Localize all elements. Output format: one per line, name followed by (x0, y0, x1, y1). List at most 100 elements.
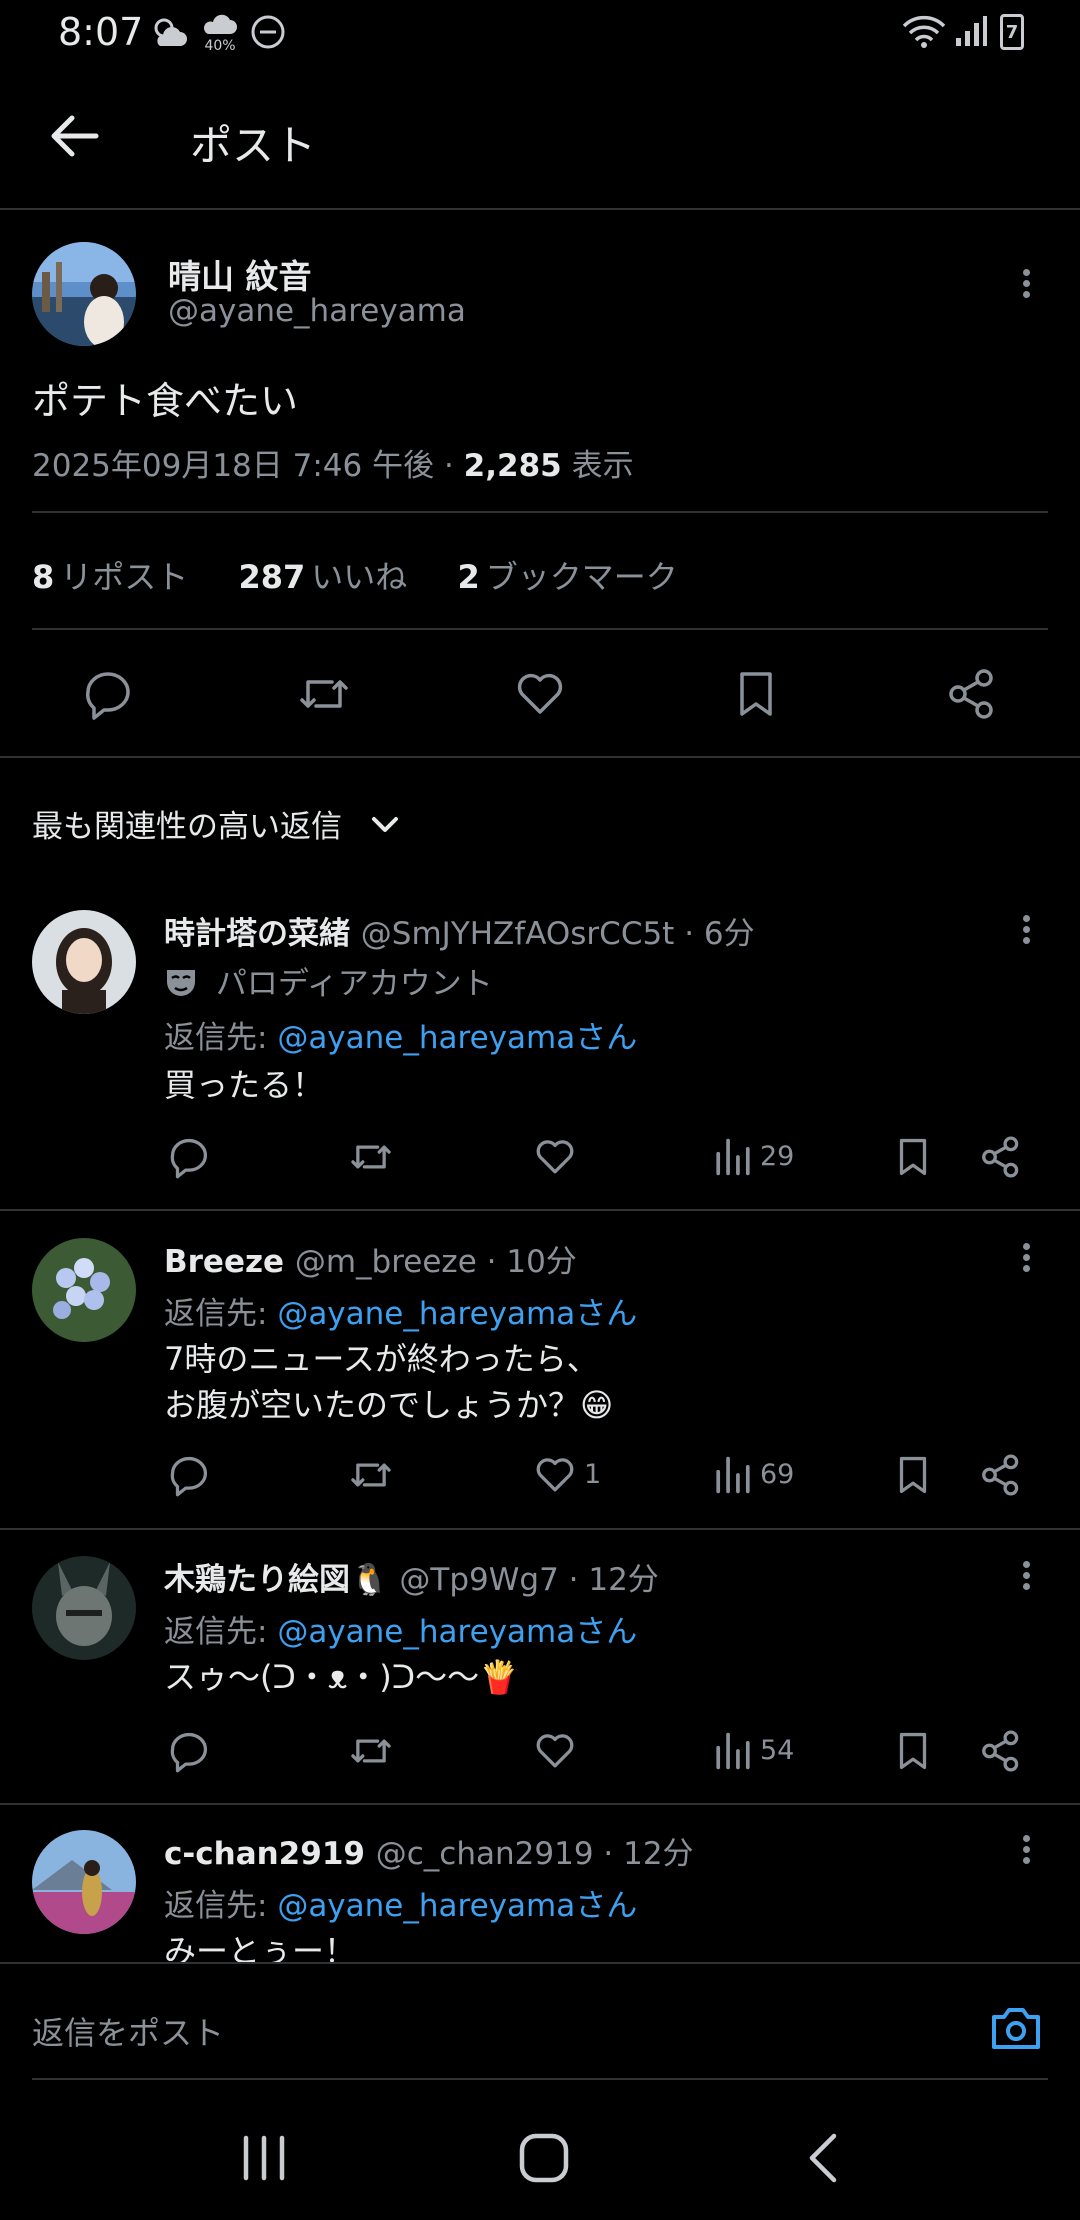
reply-more-icon[interactable] (1016, 1832, 1036, 1868)
reply-text-line: 7時のニュースが終わったら、 (164, 1340, 599, 1378)
like-icon[interactable] (532, 1728, 578, 1774)
reply-author-handle[interactable]: @Tp9Wg7 (399, 1562, 558, 1598)
page-title: ポスト (190, 121, 317, 170)
likes-count[interactable]: 287 (238, 558, 305, 596)
reply-to-prefix: 返信先: (164, 1020, 278, 1056)
reply-time: 12分 (588, 1562, 659, 1598)
repost-icon[interactable] (296, 666, 352, 722)
back-arrow-icon[interactable] (46, 112, 102, 160)
reply-author-handle[interactable]: @c_chan2919 (376, 1836, 594, 1872)
share-icon[interactable] (978, 1728, 1024, 1774)
post-more-icon[interactable] (1016, 266, 1036, 302)
weather-rain-icon: 40% (200, 12, 240, 54)
camera-icon[interactable] (990, 2003, 1042, 2051)
stats-divider-bottom (32, 628, 1048, 630)
reply-avatar[interactable] (32, 1556, 136, 1660)
status-time: 8:07 (58, 10, 144, 54)
wifi-icon (902, 15, 946, 48)
reply-author-name[interactable]: c-chan2919 (164, 1836, 365, 1872)
bookmark-icon[interactable] (890, 1452, 936, 1498)
reply-author-handle[interactable]: @SmJYHZfAOsrCC5t (361, 916, 675, 952)
reply-to-prefix: 返信先: (164, 1888, 278, 1924)
reply-more-icon[interactable] (1016, 912, 1036, 948)
reposts-count[interactable]: 8 (32, 558, 54, 596)
views-count: 29 (760, 1141, 795, 1172)
reply-author-name[interactable]: 木鶏たり絵図🐧 (164, 1562, 389, 1598)
reply-more-icon[interactable] (1016, 1240, 1036, 1276)
nav-back-icon[interactable] (798, 2130, 854, 2186)
reply-author-name[interactable]: 時計塔の菜緒 (164, 916, 350, 952)
post-stats: 8 リポスト 287 いいね 2 ブックマーク (32, 552, 684, 598)
bookmarks-count[interactable]: 2 (457, 558, 479, 596)
views-icon[interactable] (710, 1134, 756, 1180)
reply-to-link[interactable]: @ayane_hareyamaさん (277, 1020, 637, 1056)
battery-icon: 7 (1000, 14, 1024, 50)
reply-avatar[interactable] (32, 910, 136, 1014)
repost-icon[interactable] (348, 1134, 394, 1180)
reply-icon[interactable] (80, 666, 136, 722)
stats-divider-top (32, 511, 1048, 513)
post-meta: 2025年09月18日 7:46 午後 · 2,285 表示 (32, 440, 634, 485)
reply-text-line: 買ったる！ (164, 1066, 325, 1104)
bookmark-icon[interactable] (890, 1134, 936, 1180)
reply-icon[interactable] (166, 1452, 212, 1498)
repost-icon[interactable] (348, 1452, 394, 1498)
post-views-count[interactable]: 2,285 (464, 448, 562, 484)
reply-text-line: お腹が空いたのでしょうか？😁 (164, 1386, 614, 1424)
reply-to-line: 返信先: @ayane_hareyamaさん (164, 1880, 637, 1925)
reply-header: 時計塔の菜緒 @SmJYHZfAOsrCC5t · 6分 (164, 916, 755, 952)
bookmark-icon[interactable] (728, 666, 784, 722)
views-icon[interactable] (710, 1728, 756, 1774)
views-icon[interactable] (710, 1452, 756, 1498)
reply-divider (0, 1528, 1080, 1530)
views-count: 69 (760, 1459, 795, 1490)
post-divider (0, 756, 1080, 758)
reply-text-line: スゥ〜(ᑐ・ᴥ・)ᑐ〜〜🍟 (164, 1658, 519, 1696)
reply-time: 12分 (623, 1836, 694, 1872)
chevron-down-icon[interactable] (368, 808, 402, 842)
bookmarks-label[interactable]: ブックマーク (486, 558, 678, 596)
reply-icon[interactable] (166, 1728, 212, 1774)
like-icon[interactable] (532, 1134, 578, 1180)
reply-to-prefix: 返信先: (164, 1296, 278, 1332)
post-date: 2025年09月18日 7:46 午後 (32, 448, 435, 484)
reply-avatar[interactable] (32, 1238, 136, 1342)
recent-apps-icon[interactable] (236, 2130, 292, 2186)
reply-to-link[interactable]: @ayane_hareyamaさん (277, 1614, 637, 1650)
like-icon[interactable] (512, 666, 568, 722)
share-icon[interactable] (944, 666, 1000, 722)
battery-level: 7 (1005, 21, 1019, 43)
weather-percent: 40% (204, 38, 236, 54)
reply-input[interactable]: 返信をポスト (32, 2008, 224, 2054)
reply-to-link[interactable]: @ayane_hareyamaさん (277, 1888, 637, 1924)
author-handle[interactable]: @ayane_hareyama (168, 293, 466, 329)
reply-author-name[interactable]: Breeze (164, 1244, 284, 1280)
compose-divider (32, 2078, 1048, 2080)
replies-sort-label[interactable]: 最も関連性の高い返信 (32, 801, 342, 846)
bookmark-icon[interactable] (890, 1728, 936, 1774)
reply-icon[interactable] (166, 1134, 212, 1180)
home-icon[interactable] (516, 2130, 572, 2186)
reply-author-handle[interactable]: @m_breeze (295, 1244, 477, 1280)
reply-to-link[interactable]: @ayane_hareyamaさん (277, 1296, 637, 1332)
do-not-disturb-icon (251, 15, 285, 49)
post-text: ポテト食べたい (32, 379, 299, 423)
author-avatar[interactable] (32, 242, 136, 346)
reply-more-icon[interactable] (1016, 1558, 1036, 1594)
author-name[interactable]: 晴山 紋音 (168, 250, 312, 298)
views-count: 54 (760, 1735, 795, 1766)
likes-count: 1 (584, 1459, 602, 1490)
reply-avatar[interactable] (32, 1830, 136, 1934)
repost-icon[interactable] (348, 1728, 394, 1774)
reply-to-line: 返信先: @ayane_hareyamaさん (164, 1606, 637, 1651)
reply-to-line: 返信先: @ayane_hareyamaさん (164, 1288, 637, 1333)
share-icon[interactable] (978, 1452, 1024, 1498)
share-icon[interactable] (978, 1134, 1024, 1180)
reply-header: 木鶏たり絵図🐧 @Tp9Wg7 · 12分 (164, 1562, 659, 1598)
reposts-label[interactable]: リポスト (60, 558, 188, 596)
likes-label[interactable]: いいね (311, 558, 407, 596)
parody-badge: パロディアカウント (164, 958, 493, 1003)
like-icon[interactable] (532, 1452, 578, 1498)
reply-time: 10分 (506, 1244, 577, 1280)
partly-cloudy-icon (154, 18, 187, 46)
